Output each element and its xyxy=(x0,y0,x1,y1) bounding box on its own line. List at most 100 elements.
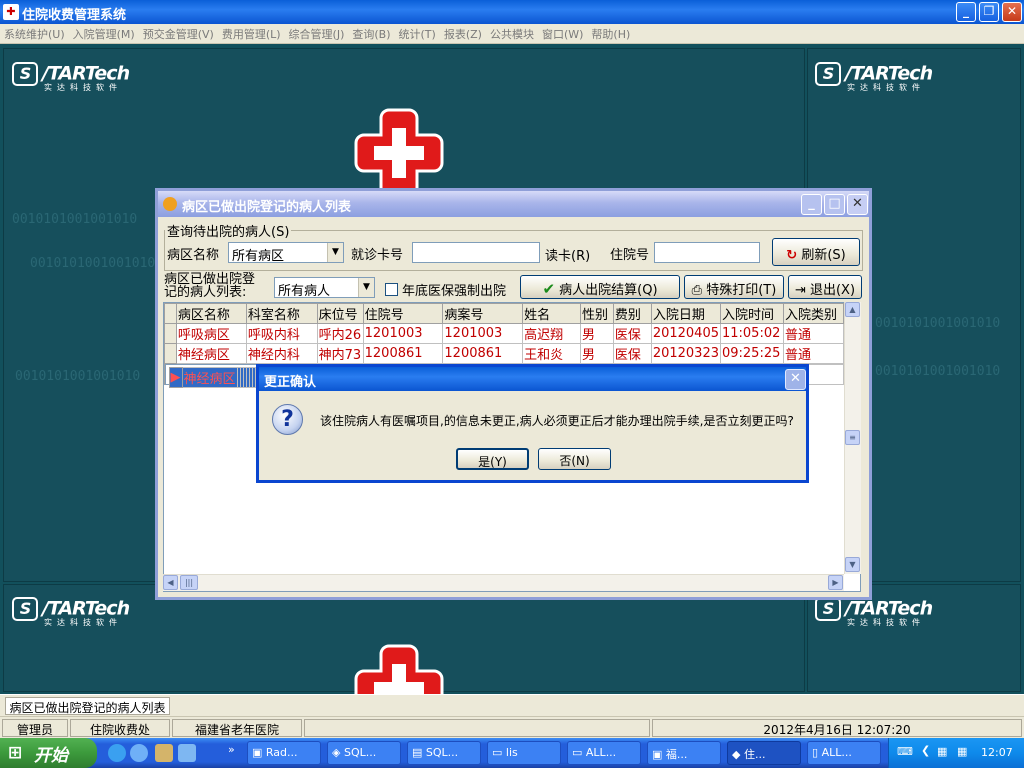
column-header[interactable]: 入院类别 xyxy=(782,303,844,324)
start-button[interactable]: ⊞ 开始 xyxy=(0,738,97,768)
minimize-button[interactable]: _ xyxy=(801,194,822,215)
menu-admission[interactable]: 入院管理(M) xyxy=(69,24,139,42)
visit-card-input[interactable] xyxy=(412,242,540,263)
keyboard-icon[interactable]: ⌨ xyxy=(897,745,913,758)
column-header[interactable]: 性别 xyxy=(579,303,614,324)
cell-dept[interactable]: 神经内科 xyxy=(245,343,318,364)
table-row[interactable]: 神经病区 神经内科 神内73 1200861 1200861 王和炎男医保 20120323… xyxy=(164,343,860,364)
menu-reports[interactable]: 报表(Z) xyxy=(440,24,486,42)
scroll-left-arrow-icon[interactable]: ◀ xyxy=(163,575,178,590)
dialog-titlebar[interactable]: 病区已做出院登记的病人列表 _ □ ✕ xyxy=(158,191,869,217)
cell-sex[interactable]: 男 xyxy=(579,323,614,344)
cell-admit-time[interactable]: 11:05:02 xyxy=(719,323,784,344)
table-row[interactable]: 呼吸病区 呼吸内科 呼内26 1201003 1201003 高迟翔男医保 20120405… xyxy=(164,323,860,344)
column-header[interactable]: 病案号 xyxy=(442,303,524,324)
chevron-down-icon[interactable]: ▼ xyxy=(358,278,374,297)
cell-fee-type[interactable]: 医保 xyxy=(612,343,652,364)
maximize-button[interactable]: □ xyxy=(824,194,845,215)
taskbar-item[interactable]: ▤ SQL... xyxy=(407,741,481,765)
menu-system[interactable]: 系统维护(U) xyxy=(0,24,69,42)
network-icon[interactable]: ▦ xyxy=(937,745,947,758)
special-print-button[interactable]: ⎙ 特殊打印(T) xyxy=(684,275,784,299)
menu-window[interactable]: 窗口(W) xyxy=(538,24,587,42)
cell-dept[interactable]: 呼吸内科 xyxy=(245,323,318,344)
column-header[interactable]: 科室名称 xyxy=(245,303,318,324)
menu-help[interactable]: 帮助(H) xyxy=(587,24,634,42)
cell-bed[interactable]: 呼内26 xyxy=(316,323,364,344)
cell-admit-date[interactable]: 20120323 xyxy=(650,343,721,364)
app-icon[interactable]: ✚ xyxy=(3,4,19,20)
scroll-thumb[interactable]: ≡ xyxy=(845,430,860,445)
yes-button[interactable]: 是(Y) xyxy=(456,448,529,470)
patient-filter-select[interactable]: 所有病人 ▼ xyxy=(274,277,375,299)
column-header[interactable]: 床位号 xyxy=(316,303,364,324)
inpatient-no-input[interactable] xyxy=(654,242,760,263)
cell-admit-type[interactable]: 普通 xyxy=(782,343,844,364)
menu-deposit[interactable]: 预交金管理(V) xyxy=(139,24,218,42)
cell-admit-time[interactable]: 09:25:25 xyxy=(719,343,784,364)
discharge-settle-button[interactable]: ✔ 病人出院结算(Q) xyxy=(520,275,680,299)
restore-button[interactable]: ❐ xyxy=(979,2,999,22)
cell-bed[interactable]: 神内73 xyxy=(316,343,364,364)
taskbar-item[interactable]: ▣ 福... xyxy=(647,741,721,765)
chevron-down-icon[interactable]: ▼ xyxy=(327,243,343,262)
cell-admit-type[interactable]: 普通 xyxy=(782,323,844,344)
clock[interactable]: 12:07 xyxy=(981,746,1013,759)
row-indicator[interactable] xyxy=(164,323,177,344)
main-titlebar[interactable]: ✚ 住院收费管理系统 _ ❐ ✕ xyxy=(0,0,1024,24)
column-header[interactable]: 姓名 xyxy=(522,303,581,324)
cell-name[interactable]: 王和炎 xyxy=(522,343,581,364)
cell-admit-date[interactable]: 20120405 xyxy=(650,323,721,344)
cell-case-no[interactable]: 1201003 xyxy=(442,323,524,344)
taskbar-item[interactable]: ▭ lis xyxy=(487,741,561,765)
ward-select[interactable]: 所有病区 ▼ xyxy=(228,242,344,264)
browser-icon[interactable] xyxy=(130,744,148,762)
exit-button[interactable]: ⇥ 退出(X) xyxy=(788,275,862,299)
cell-name[interactable]: 高迟翔 xyxy=(522,323,581,344)
menu-common[interactable]: 公共模块 xyxy=(486,24,538,42)
correction-confirm-dialog[interactable]: 更正确认 ✕ ? 该住院病人有医嘱项目,的信息未更正,病人必须更正后才能办理出院… xyxy=(256,364,809,483)
menu-fees[interactable]: 费用管理(L) xyxy=(218,24,285,42)
close-button[interactable]: ✕ xyxy=(847,194,868,215)
confirm-titlebar[interactable]: 更正确认 ✕ xyxy=(259,367,806,391)
scroll-up-arrow-icon[interactable]: ▲ xyxy=(845,302,860,317)
quicklaunch-icon[interactable] xyxy=(178,744,196,762)
cell-sex[interactable]: 男 xyxy=(579,343,614,364)
current-row-indicator-icon[interactable]: ▶ xyxy=(168,367,183,388)
no-button[interactable]: 否(N) xyxy=(538,448,611,470)
quicklaunch-overflow-icon[interactable]: » xyxy=(228,743,235,756)
cell-fee-type[interactable]: 医保 xyxy=(612,323,652,344)
row-indicator[interactable] xyxy=(164,343,177,364)
close-button[interactable]: ✕ xyxy=(1002,2,1022,22)
cell-ward[interactable]: 神经病区 xyxy=(175,343,247,364)
cell-inpatient-no[interactable]: 1201003 xyxy=(362,323,444,344)
minimize-button[interactable]: _ xyxy=(956,2,976,22)
cell-inpatient-no[interactable]: 1200861 xyxy=(362,343,444,364)
vertical-scrollbar[interactable]: ▲ ≡ ▼ xyxy=(844,302,861,574)
column-header[interactable]: 病区名称 xyxy=(175,303,247,324)
menu-query[interactable]: 查询(B) xyxy=(348,24,394,42)
taskbar-item[interactable]: ▣ Rad... xyxy=(247,741,321,765)
horizontal-scrollbar[interactable]: ◀ ||| ▶ xyxy=(163,574,844,591)
taskbar-item[interactable]: ▯ ALL... xyxy=(807,741,881,765)
taskbar-item[interactable]: ◈ SQL... xyxy=(327,741,401,765)
cell-ward[interactable]: 神经病区 xyxy=(181,367,238,388)
cell-case-no[interactable]: 1200861 xyxy=(442,343,524,364)
column-header[interactable]: 住院号 xyxy=(362,303,444,324)
scroll-thumb[interactable]: ||| xyxy=(180,575,198,590)
column-header[interactable]: 入院时间 xyxy=(719,303,784,324)
cell-ward[interactable]: 呼吸病区 xyxy=(175,323,247,344)
scroll-right-arrow-icon[interactable]: ▶ xyxy=(828,575,843,590)
scroll-down-arrow-icon[interactable]: ▼ xyxy=(845,557,860,572)
menu-statistics[interactable]: 统计(T) xyxy=(395,24,440,42)
close-button[interactable]: ✕ xyxy=(785,369,806,390)
quicklaunch-icon[interactable] xyxy=(155,744,173,762)
read-card-button[interactable]: 读卡(R) xyxy=(545,245,590,264)
tab-discharge-list[interactable]: 病区已做出院登记的病人列表 xyxy=(5,697,170,715)
network-icon[interactable]: ▦ xyxy=(957,745,967,758)
column-header[interactable]: 入院日期 xyxy=(650,303,721,324)
column-header[interactable]: 费别 xyxy=(612,303,652,324)
ie-icon[interactable] xyxy=(108,744,126,762)
tray-expand-icon[interactable]: ❮ xyxy=(921,744,930,757)
year-end-checkbox[interactable] xyxy=(385,283,398,296)
